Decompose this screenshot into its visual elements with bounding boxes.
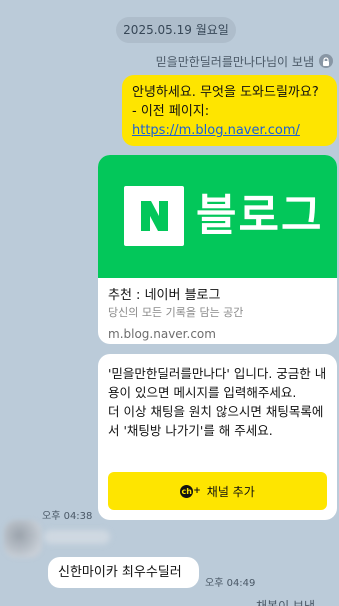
user-message-bubble: 신한마이카 최우수딜러 [48,557,199,588]
banner-text: 블로그 [196,190,324,241]
info-message-text: '믿을만한딜러를만나다' 입니다. 궁금한 내용이 있으면 메시지를 입력해주세… [108,366,327,438]
previous-page-link[interactable]: https://m.blog.naver.com/ [132,123,300,138]
link-preview-domain: m.blog.naver.com [108,327,216,341]
avatar[interactable] [4,520,42,558]
add-channel-label: 채널 추가 [206,484,255,499]
link-preview-subtitle: 당신의 모든 기록을 담는 공간 [108,306,244,319]
lock-icon [319,54,333,68]
naver-n-logo-icon [124,186,184,246]
sender-line: 믿을만한딜러를만나다님이 보냄 [156,51,333,71]
sender-label: 믿을만한딜러를만나다님이 보냄 [155,54,314,69]
channel-icon: ch + [180,484,201,498]
previous-page-label: - 이전 페이지: [132,104,210,119]
link-preview-card[interactable]: 블로그 추천 : 네이버 블로그 당신의 모든 기록을 담는 공간 m.blog… [98,155,337,344]
next-sender-line: 채봇이 보낸 [256,599,316,606]
date-divider: 2025.05.19 월요일 [116,17,236,43]
user-name-blurred [44,530,110,544]
link-preview-title: 추천 : 네이버 블로그 [108,288,221,303]
link-preview-body: 추천 : 네이버 블로그 당신의 모든 기록을 담는 공간 m.blog.nav… [98,278,337,344]
bot-message-time: 오후 04:38 [42,511,93,522]
greeting-line: 안녕하세요. 무엇을 도와드릴까요? [132,85,319,100]
naver-blog-banner: 블로그 [98,155,337,278]
info-message-card: '믿을만한딜러를만나다' 입니다. 궁금한 내용이 있으면 메시지를 입력해주세… [98,354,337,520]
user-message-time: 오후 04:49 [205,578,256,589]
bot-greeting-bubble: 안녕하세요. 무엇을 도와드릴까요? - 이전 페이지: https://m.b… [122,75,337,146]
add-channel-button[interactable]: ch + 채널 추가 [108,472,327,510]
